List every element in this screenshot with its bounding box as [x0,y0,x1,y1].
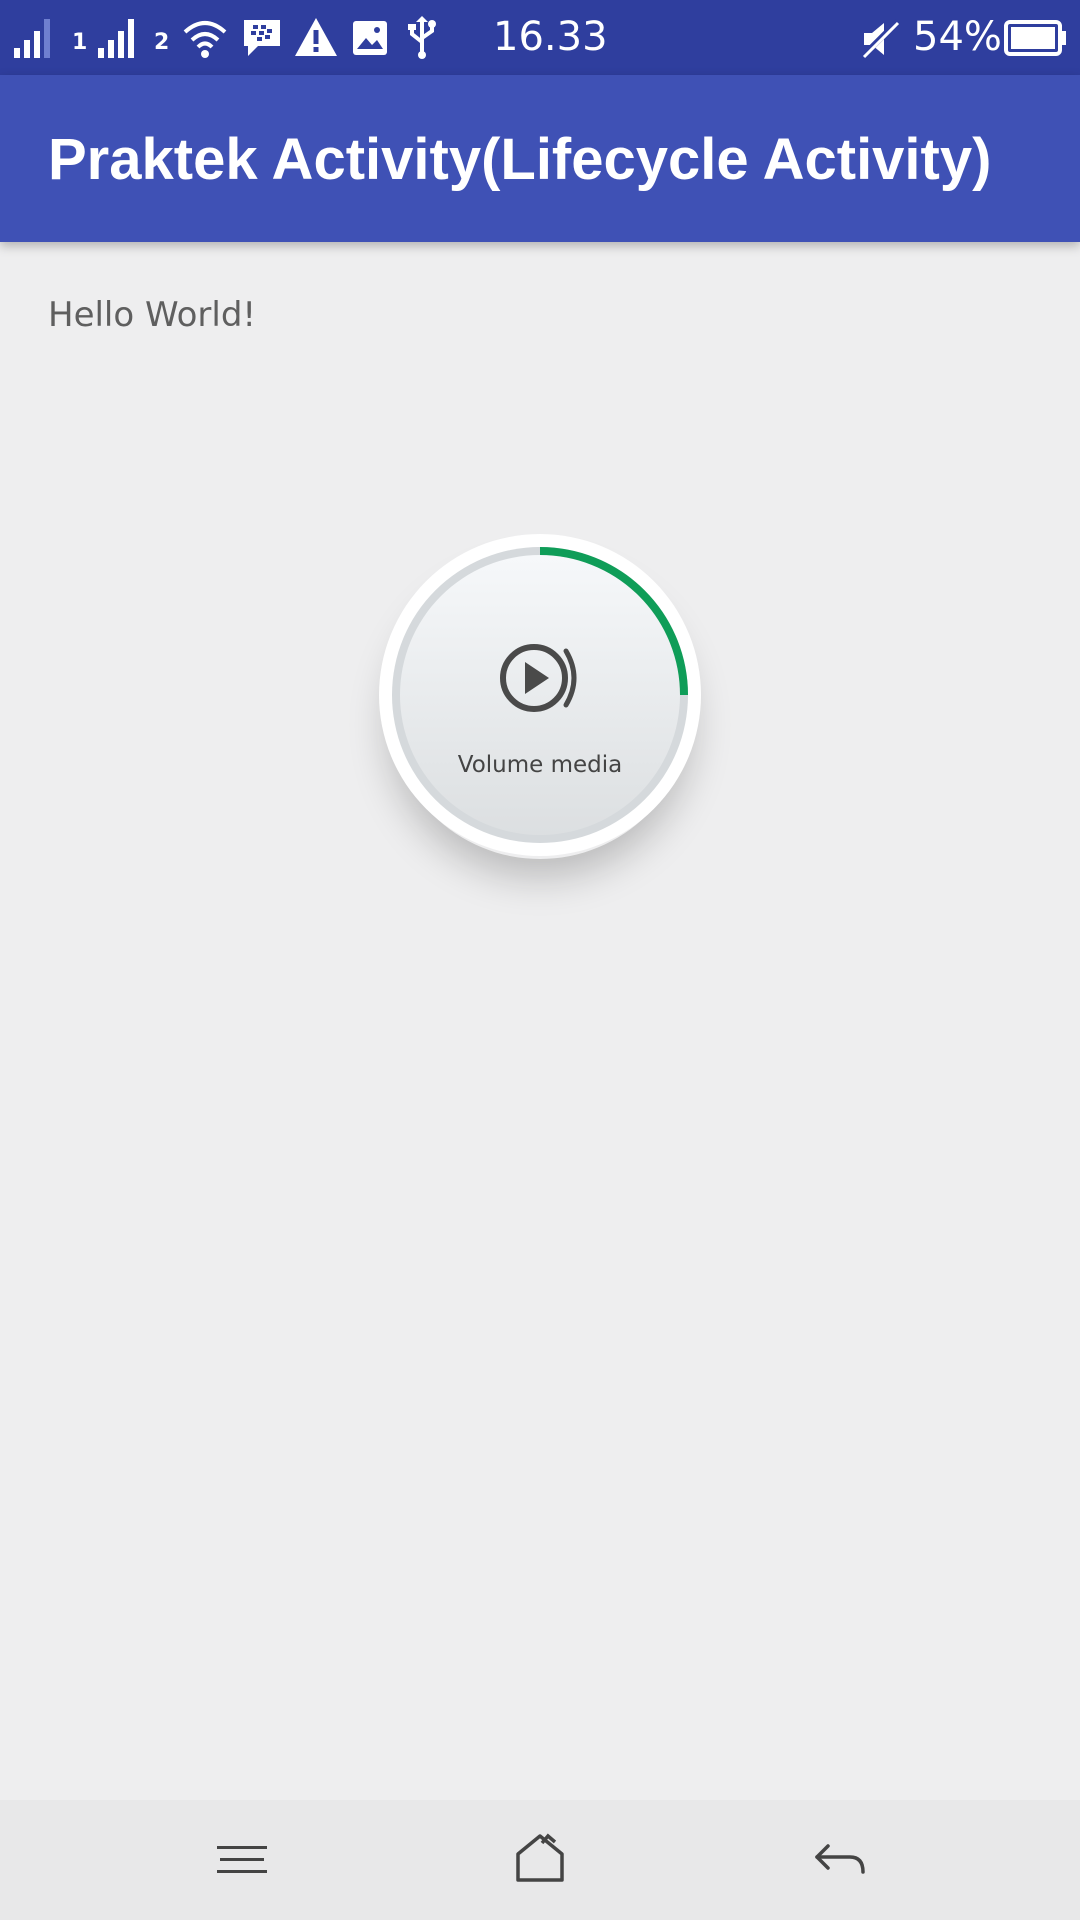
app-bar: Praktek Activity(Lifecycle Activity) [0,75,1080,242]
warning-icon [295,18,337,56]
signal-sim2-icon [98,19,134,58]
status-bar: 1 2 16.33 54% [0,0,1080,75]
sim1-label: 1 [72,30,88,55]
mute-icon [859,18,901,60]
signal-sim1-icon [14,19,50,58]
battery-percent: 54% [913,14,1002,60]
app-title: Praktek Activity(Lifecycle Activity) [48,127,992,192]
media-play-icon [500,644,577,712]
volume-label: Volume media [457,752,623,778]
wifi-icon [183,21,227,58]
volume-overlay[interactable]: Volume media [378,533,702,857]
menu-icon [217,1846,267,1873]
navigation-bar [0,1800,1080,1920]
bbm-icon [244,20,280,56]
sim2-label: 2 [154,30,170,55]
battery-icon [1004,20,1066,56]
menu-button[interactable] [182,1828,302,1892]
image-icon [353,21,387,55]
home-icon [516,1833,564,1882]
back-icon [815,1844,865,1874]
back-button[interactable] [780,1828,900,1892]
usb-icon [408,16,436,59]
home-button[interactable] [480,1828,600,1892]
clock-time: 16.33 [493,14,608,60]
hello-text: Hello World! [48,295,257,335]
